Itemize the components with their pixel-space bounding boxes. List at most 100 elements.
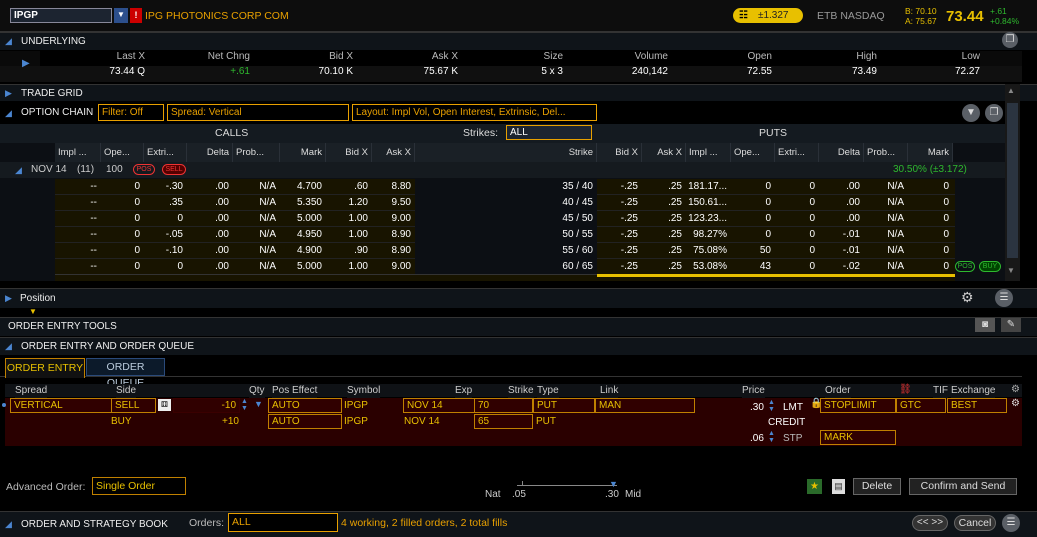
call-cell[interactable]: 5.000 <box>280 211 326 227</box>
spread-dropdown[interactable]: Spread: Vertical <box>167 104 349 121</box>
call-cell[interactable]: N/A <box>233 195 280 211</box>
tif-select[interactable]: GTC <box>896 398 946 413</box>
put-cell[interactable]: -.02 <box>819 259 864 275</box>
stop-price-input[interactable]: .06 <box>750 431 764 446</box>
layout-dropdown[interactable]: Layout: Impl Vol, Open Interest, Extrins… <box>352 104 597 121</box>
call-cell[interactable]: -.10 <box>144 243 187 259</box>
advanced-order-select[interactable]: Single Order <box>92 477 186 495</box>
side-select-leg1[interactable]: SELL <box>111 398 156 413</box>
call-cell[interactable]: -- <box>55 243 101 259</box>
put-cell[interactable]: .25 <box>642 179 686 195</box>
col-put-delta[interactable]: Delta <box>819 143 864 162</box>
expand-icon[interactable]: ▶ <box>22 58 30 69</box>
exp-select-leg1[interactable]: NOV 14 <box>403 398 475 413</box>
call-cell[interactable]: 0 <box>101 243 144 259</box>
call-cell[interactable]: .00 <box>187 179 233 195</box>
expand-icon[interactable]: ▶ <box>5 85 12 102</box>
put-cell[interactable]: -.25 <box>597 211 642 227</box>
call-cell[interactable]: 0 <box>101 227 144 243</box>
put-cell[interactable]: N/A <box>864 179 908 195</box>
menu-icon[interactable]: ☰ <box>1002 514 1020 532</box>
nav-arrows-button[interactable]: << >> <box>912 515 948 531</box>
put-cell[interactable]: .25 <box>642 243 686 259</box>
call-cell[interactable]: 9.50 <box>372 195 415 211</box>
put-cell[interactable]: .25 <box>642 195 686 211</box>
qty-dropdown-icon[interactable]: ▼ <box>254 399 263 409</box>
spread-select[interactable]: VERTICAL <box>10 398 112 413</box>
put-cell[interactable]: 0 <box>908 243 953 259</box>
exchange-select[interactable]: BEST <box>947 398 1007 413</box>
col-call-iv[interactable]: Impl ... <box>55 143 101 162</box>
put-cell[interactable]: 0 <box>775 243 819 259</box>
call-cell[interactable]: 1.00 <box>326 227 372 243</box>
chain-scrollbar[interactable]: ▲ ▼ <box>1005 84 1020 281</box>
col-put-prob[interactable]: Prob... <box>864 143 908 162</box>
put-cell[interactable]: 0 <box>908 179 953 195</box>
col-call-oi[interactable]: Ope... <box>101 143 144 162</box>
put-cell[interactable]: 181.17... <box>686 179 731 195</box>
put-cell[interactable]: 0 <box>775 211 819 227</box>
put-cell[interactable]: 75.08% <box>686 243 731 259</box>
strike-cell[interactable]: 40 / 45 <box>415 195 597 211</box>
put-cell[interactable]: N/A <box>864 227 908 243</box>
price-type[interactable]: LMT <box>783 400 803 415</box>
put-cell[interactable]: 0 <box>731 195 775 211</box>
put-cell[interactable]: 0 <box>731 211 775 227</box>
tab-order-entry[interactable]: ORDER ENTRY <box>5 358 85 378</box>
col-put-bid[interactable]: Bid X <box>597 143 642 162</box>
call-cell[interactable]: 4.950 <box>280 227 326 243</box>
collapse-icon[interactable]: ◢ <box>5 338 12 355</box>
side-leg2[interactable]: BUY <box>111 414 132 429</box>
strike-cell[interactable]: 35 / 40 <box>415 179 597 195</box>
save-order-icon[interactable]: ★ <box>807 479 822 494</box>
col-strike[interactable]: Strike <box>415 143 597 162</box>
scroll-down-icon[interactable]: ▼ <box>1007 266 1015 275</box>
window-icon[interactable]: ❐ <box>1002 32 1018 48</box>
put-cell[interactable]: -.25 <box>597 259 642 275</box>
put-cell[interactable]: 123.23... <box>686 211 731 227</box>
call-cell[interactable]: 5.000 <box>280 259 326 275</box>
call-cell[interactable]: -.30 <box>144 179 187 195</box>
window-icon[interactable]: ❐ <box>985 104 1003 122</box>
scroll-up-icon[interactable]: ▲ <box>1007 86 1015 95</box>
tab-order-queue[interactable]: ORDER QUEUE <box>86 358 165 389</box>
put-cell[interactable]: 0 <box>908 227 953 243</box>
buy-badge[interactable]: BUY <box>979 261 1001 272</box>
put-cell[interactable]: .00 <box>819 179 864 195</box>
put-cell[interactable]: 0 <box>775 227 819 243</box>
slider-thumb-icon[interactable]: ▼ <box>609 479 618 489</box>
filter-dropdown[interactable]: Filter: Off <box>98 104 164 121</box>
put-cell[interactable]: -.25 <box>597 243 642 259</box>
call-cell[interactable]: .00 <box>187 243 233 259</box>
delete-button[interactable]: Delete <box>853 478 901 495</box>
call-cell[interactable]: 0 <box>101 211 144 227</box>
call-cell[interactable]: -- <box>55 195 101 211</box>
collapse-icon[interactable]: ◢ <box>5 103 12 123</box>
call-cell[interactable]: .60 <box>326 179 372 195</box>
put-cell[interactable]: 0 <box>731 227 775 243</box>
put-cell[interactable]: 0 <box>775 179 819 195</box>
symbol-input[interactable]: IPGP <box>10 8 112 23</box>
call-cell[interactable]: 4.900 <box>280 243 326 259</box>
call-cell[interactable]: N/A <box>233 211 280 227</box>
strike-select-leg2[interactable]: 65 <box>474 414 533 429</box>
order-type-select[interactable]: STOPLIMIT <box>820 398 896 413</box>
col-put-iv[interactable]: Impl ... <box>686 143 731 162</box>
put-cell[interactable]: 0 <box>908 259 953 275</box>
put-cell[interactable]: N/A <box>864 243 908 259</box>
col-put-oi[interactable]: Ope... <box>731 143 775 162</box>
put-cell[interactable]: N/A <box>864 211 908 227</box>
call-cell[interactable]: -.05 <box>144 227 187 243</box>
gear-icon[interactable]: ⚙ <box>961 289 974 306</box>
put-cell[interactable]: N/A <box>864 259 908 275</box>
orders-filter-select[interactable]: ALL <box>228 513 338 532</box>
call-cell[interactable]: 0 <box>101 179 144 195</box>
symbol-dropdown-icon[interactable]: ▼ <box>114 8 128 23</box>
cancel-button[interactable]: Cancel <box>954 515 996 531</box>
put-cell[interactable]: N/A <box>864 195 908 211</box>
col-call-ask[interactable]: Ask X <box>372 143 415 162</box>
trade-grid-section[interactable]: ▶ TRADE GRID <box>0 84 1037 101</box>
put-cell[interactable]: .00 <box>819 211 864 227</box>
col-call-prob[interactable]: Prob... <box>233 143 280 162</box>
underlying-section[interactable]: ◢ UNDERLYING <box>0 32 1037 50</box>
